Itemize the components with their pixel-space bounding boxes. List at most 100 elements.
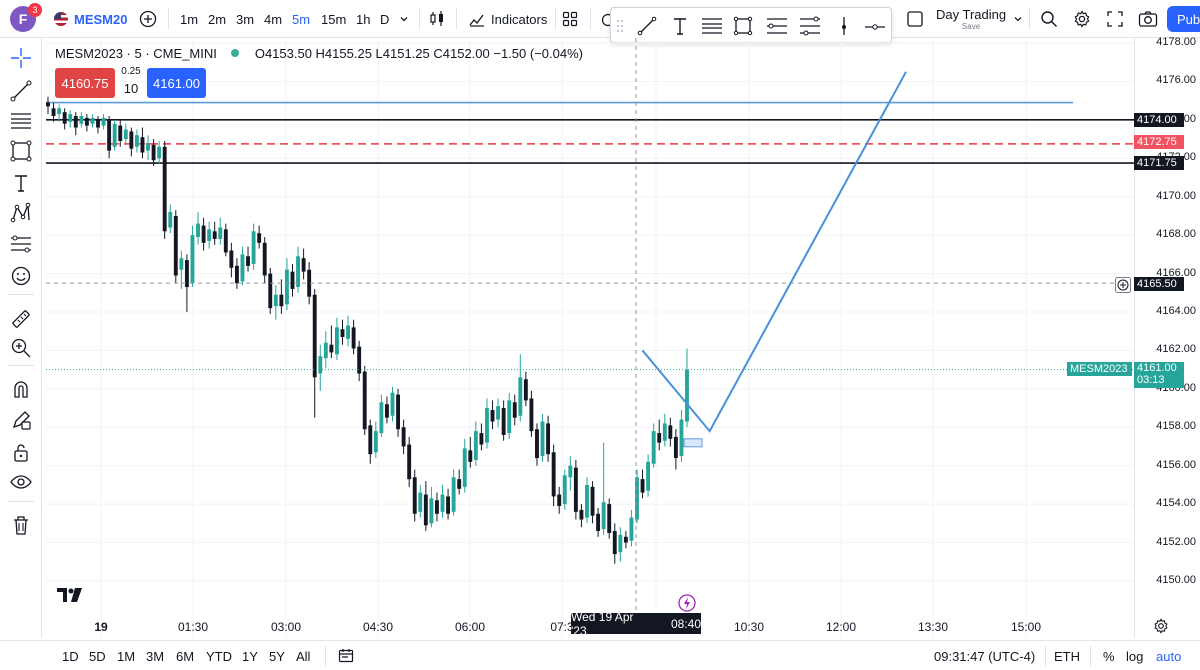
candle-body bbox=[673, 436, 678, 459]
pattern-tool[interactable] bbox=[8, 200, 34, 226]
candle-body bbox=[557, 494, 562, 507]
gear-icon bbox=[1074, 10, 1090, 28]
percent-scale-toggle[interactable]: % bbox=[1103, 649, 1115, 664]
sell-button[interactable]: 4160.75 bbox=[55, 68, 115, 98]
session-toggle[interactable]: ETH bbox=[1054, 649, 1080, 664]
chart-type-button[interactable] bbox=[428, 0, 446, 38]
layout-templates-button[interactable] bbox=[562, 0, 578, 38]
drag-handle-icon[interactable] bbox=[616, 19, 624, 33]
trend-line-icon[interactable] bbox=[637, 16, 657, 36]
measure-tool[interactable] bbox=[8, 306, 34, 332]
ruler-icon bbox=[12, 310, 30, 328]
candle-body bbox=[562, 475, 567, 505]
rectangle-tool-icon[interactable] bbox=[733, 16, 753, 36]
lock-drawings[interactable] bbox=[8, 439, 34, 465]
vertical-line-icon[interactable] bbox=[834, 16, 854, 36]
range-ytd[interactable]: YTD bbox=[206, 649, 232, 664]
range-all[interactable]: All bbox=[296, 649, 310, 664]
time-label: 04:30 bbox=[362, 620, 394, 634]
compare-symbol-button[interactable] bbox=[139, 0, 157, 38]
auto-scale-toggle[interactable]: auto bbox=[1156, 649, 1181, 664]
hide-drawings[interactable] bbox=[8, 469, 34, 495]
indicators-button[interactable]: Indicators bbox=[468, 0, 547, 38]
layout-menu[interactable]: Day Trading Save bbox=[906, 0, 1024, 38]
tf-D[interactable]: D bbox=[380, 0, 389, 38]
candle-body bbox=[551, 452, 556, 497]
candle-body bbox=[246, 256, 250, 266]
candle-body bbox=[540, 421, 545, 457]
grid-lines bbox=[46, 38, 1134, 638]
trend-line-tool[interactable] bbox=[8, 78, 34, 104]
go-to-date-icon[interactable] bbox=[338, 648, 354, 664]
candle-body bbox=[590, 486, 595, 516]
range-5d[interactable]: 5D bbox=[89, 649, 106, 664]
time-label: 19 bbox=[94, 620, 108, 634]
layout-square-icon bbox=[907, 11, 923, 27]
chart-overlays bbox=[46, 38, 1134, 638]
remove-drawings[interactable] bbox=[8, 512, 34, 538]
projection-tool[interactable] bbox=[8, 231, 34, 257]
shapes-tool[interactable] bbox=[8, 138, 34, 164]
price-range-icon[interactable] bbox=[799, 16, 821, 36]
text-tool-icon[interactable] bbox=[670, 16, 690, 36]
toolbar-divider bbox=[325, 646, 326, 666]
text-tool[interactable] bbox=[8, 170, 34, 196]
candle-body bbox=[496, 406, 501, 420]
clock-timezone[interactable]: 09:31:47 (UTC-4) bbox=[934, 649, 1035, 664]
add-alert-icon[interactable] bbox=[1115, 277, 1131, 293]
tf-15m[interactable]: 15m bbox=[321, 0, 346, 38]
candle-body bbox=[479, 433, 484, 445]
tf-3m[interactable]: 3m bbox=[236, 0, 254, 38]
stay-in-drawing-mode[interactable] bbox=[8, 407, 34, 433]
candle-body bbox=[640, 479, 645, 493]
price-label: 4150.00 bbox=[1156, 574, 1196, 586]
candle-body bbox=[340, 329, 345, 337]
time-axis-settings-icon[interactable] bbox=[1153, 618, 1169, 634]
snapshot-button[interactable] bbox=[1138, 0, 1158, 38]
timeframe-dropdown[interactable] bbox=[398, 0, 410, 38]
candle-body bbox=[396, 394, 401, 430]
candle-body bbox=[679, 419, 684, 457]
search-button[interactable] bbox=[1040, 0, 1058, 38]
crosshair-icon bbox=[11, 48, 31, 68]
fib-retracement-icon[interactable] bbox=[701, 16, 723, 36]
price-chart[interactable] bbox=[46, 38, 1134, 638]
range-3m[interactable]: 3M bbox=[146, 649, 164, 664]
emoji-tool[interactable] bbox=[8, 263, 34, 289]
range-1m[interactable]: 1M bbox=[117, 649, 135, 664]
tf-1m[interactable]: 1m bbox=[180, 0, 198, 38]
range-1y[interactable]: 1Y bbox=[242, 649, 258, 664]
long-position-icon[interactable] bbox=[766, 16, 788, 36]
buy-button[interactable]: 4161.00 bbox=[147, 68, 206, 98]
settings-button[interactable] bbox=[1073, 0, 1091, 38]
tf-label: 15m bbox=[321, 11, 347, 27]
fib-tool[interactable] bbox=[8, 108, 34, 134]
range-6m[interactable]: 6M bbox=[176, 649, 194, 664]
price-label: 4158.00 bbox=[1156, 420, 1196, 433]
lightning-icon[interactable] bbox=[678, 594, 696, 612]
publish-button[interactable]: Pub bbox=[1167, 6, 1200, 32]
magnet-tool[interactable] bbox=[8, 376, 34, 402]
candle-body bbox=[179, 258, 184, 270]
log-scale-toggle[interactable]: log bbox=[1126, 649, 1143, 664]
toolbar-divider bbox=[555, 8, 556, 30]
symbol-search[interactable]: MESM20 bbox=[54, 0, 127, 38]
price-scale[interactable]: 4178.004176.004174.004172.004170.004168.… bbox=[1134, 36, 1200, 638]
legend-symbol[interactable]: MESM2023 · 5 · CME_MINI bbox=[55, 46, 217, 61]
candle-body bbox=[685, 369, 689, 422]
zoom-in-tool[interactable] bbox=[8, 335, 34, 361]
range-5y[interactable]: 5Y bbox=[269, 649, 285, 664]
range-1d[interactable]: 1D bbox=[62, 649, 79, 664]
horizontal-line-icon[interactable] bbox=[864, 16, 886, 36]
tf-1h[interactable]: 1h bbox=[356, 0, 370, 38]
tf-2m[interactable]: 2m bbox=[208, 0, 226, 38]
candle-body bbox=[118, 125, 123, 141]
tf-5m[interactable]: 5m bbox=[292, 0, 310, 38]
chart-legend: MESM2023 · 5 · CME_MINI O4153.50 H4155.2… bbox=[55, 44, 583, 62]
tf-4m[interactable]: 4m bbox=[264, 0, 282, 38]
fullscreen-button[interactable] bbox=[1106, 0, 1124, 38]
time-label: 06:00 bbox=[454, 620, 486, 634]
quantity-value[interactable]: 10 bbox=[115, 81, 147, 96]
crosshair-tool[interactable] bbox=[8, 45, 34, 71]
market-status-dot bbox=[230, 49, 239, 57]
